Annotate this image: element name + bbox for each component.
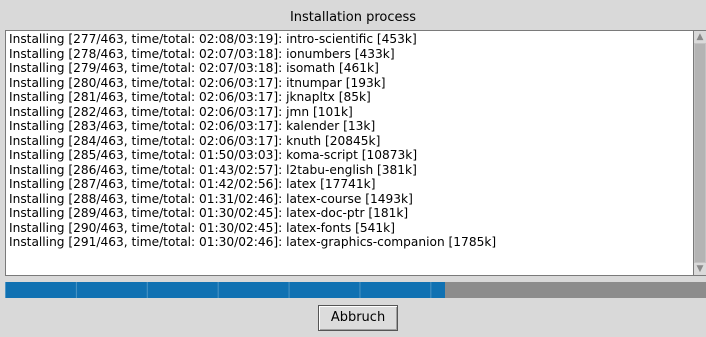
progress-bar [5,282,706,298]
log-line: Installing [289/463, time/total: 01:30/0… [9,206,409,220]
window-title: Installation process [289,10,417,25]
vertical-scrollbar[interactable]: ▲ ▼ [694,30,706,276]
log-line: Installing [288/463, time/total: 01:31/0… [9,191,413,206]
log-line: Installing [290/463, time/total: 01:30/0… [9,220,395,235]
log-line: Installing [286/463, time/total: 01:43/0… [9,162,417,177]
scroll-thumb[interactable] [695,44,705,262]
installation-window: Installation process Installing [277/463… [0,0,706,337]
install-log[interactable]: Installing [277/463, time/total: 02:08/0… [5,30,694,276]
log-line: Installing [277/463, time/total: 02:08/0… [9,32,417,46]
log-line: Installing [285/463, time/total: 01:50/0… [9,148,418,162]
log-line: Installing [284/463, time/total: 02:06/0… [9,133,381,148]
log-line: Installing [287/463, time/total: 01:42/0… [9,177,376,191]
progress-fill [5,282,446,298]
log-line: Installing [280/463, time/total: 02:06/0… [9,75,386,90]
scroll-up-icon[interactable]: ▲ [694,31,706,43]
log-lines: Installing [277/463, time/total: 02:08/0… [9,32,496,250]
log-line: Installing [283/463, time/total: 02:06/0… [9,119,376,133]
log-line: Installing [282/463, time/total: 02:06/0… [9,104,353,119]
log-line: Installing [278/463, time/total: 02:07/0… [9,46,395,61]
log-line: Installing [279/463, time/total: 02:07/0… [9,61,379,75]
log-line: Installing [291/463, time/total: 01:30/0… [9,235,497,249]
cancel-button[interactable]: Abbruch [317,304,399,331]
log-line: Installing [281/463, time/total: 02:06/0… [9,90,371,104]
button-row: Abbruch [0,298,706,337]
scroll-down-icon[interactable]: ▼ [694,263,706,275]
